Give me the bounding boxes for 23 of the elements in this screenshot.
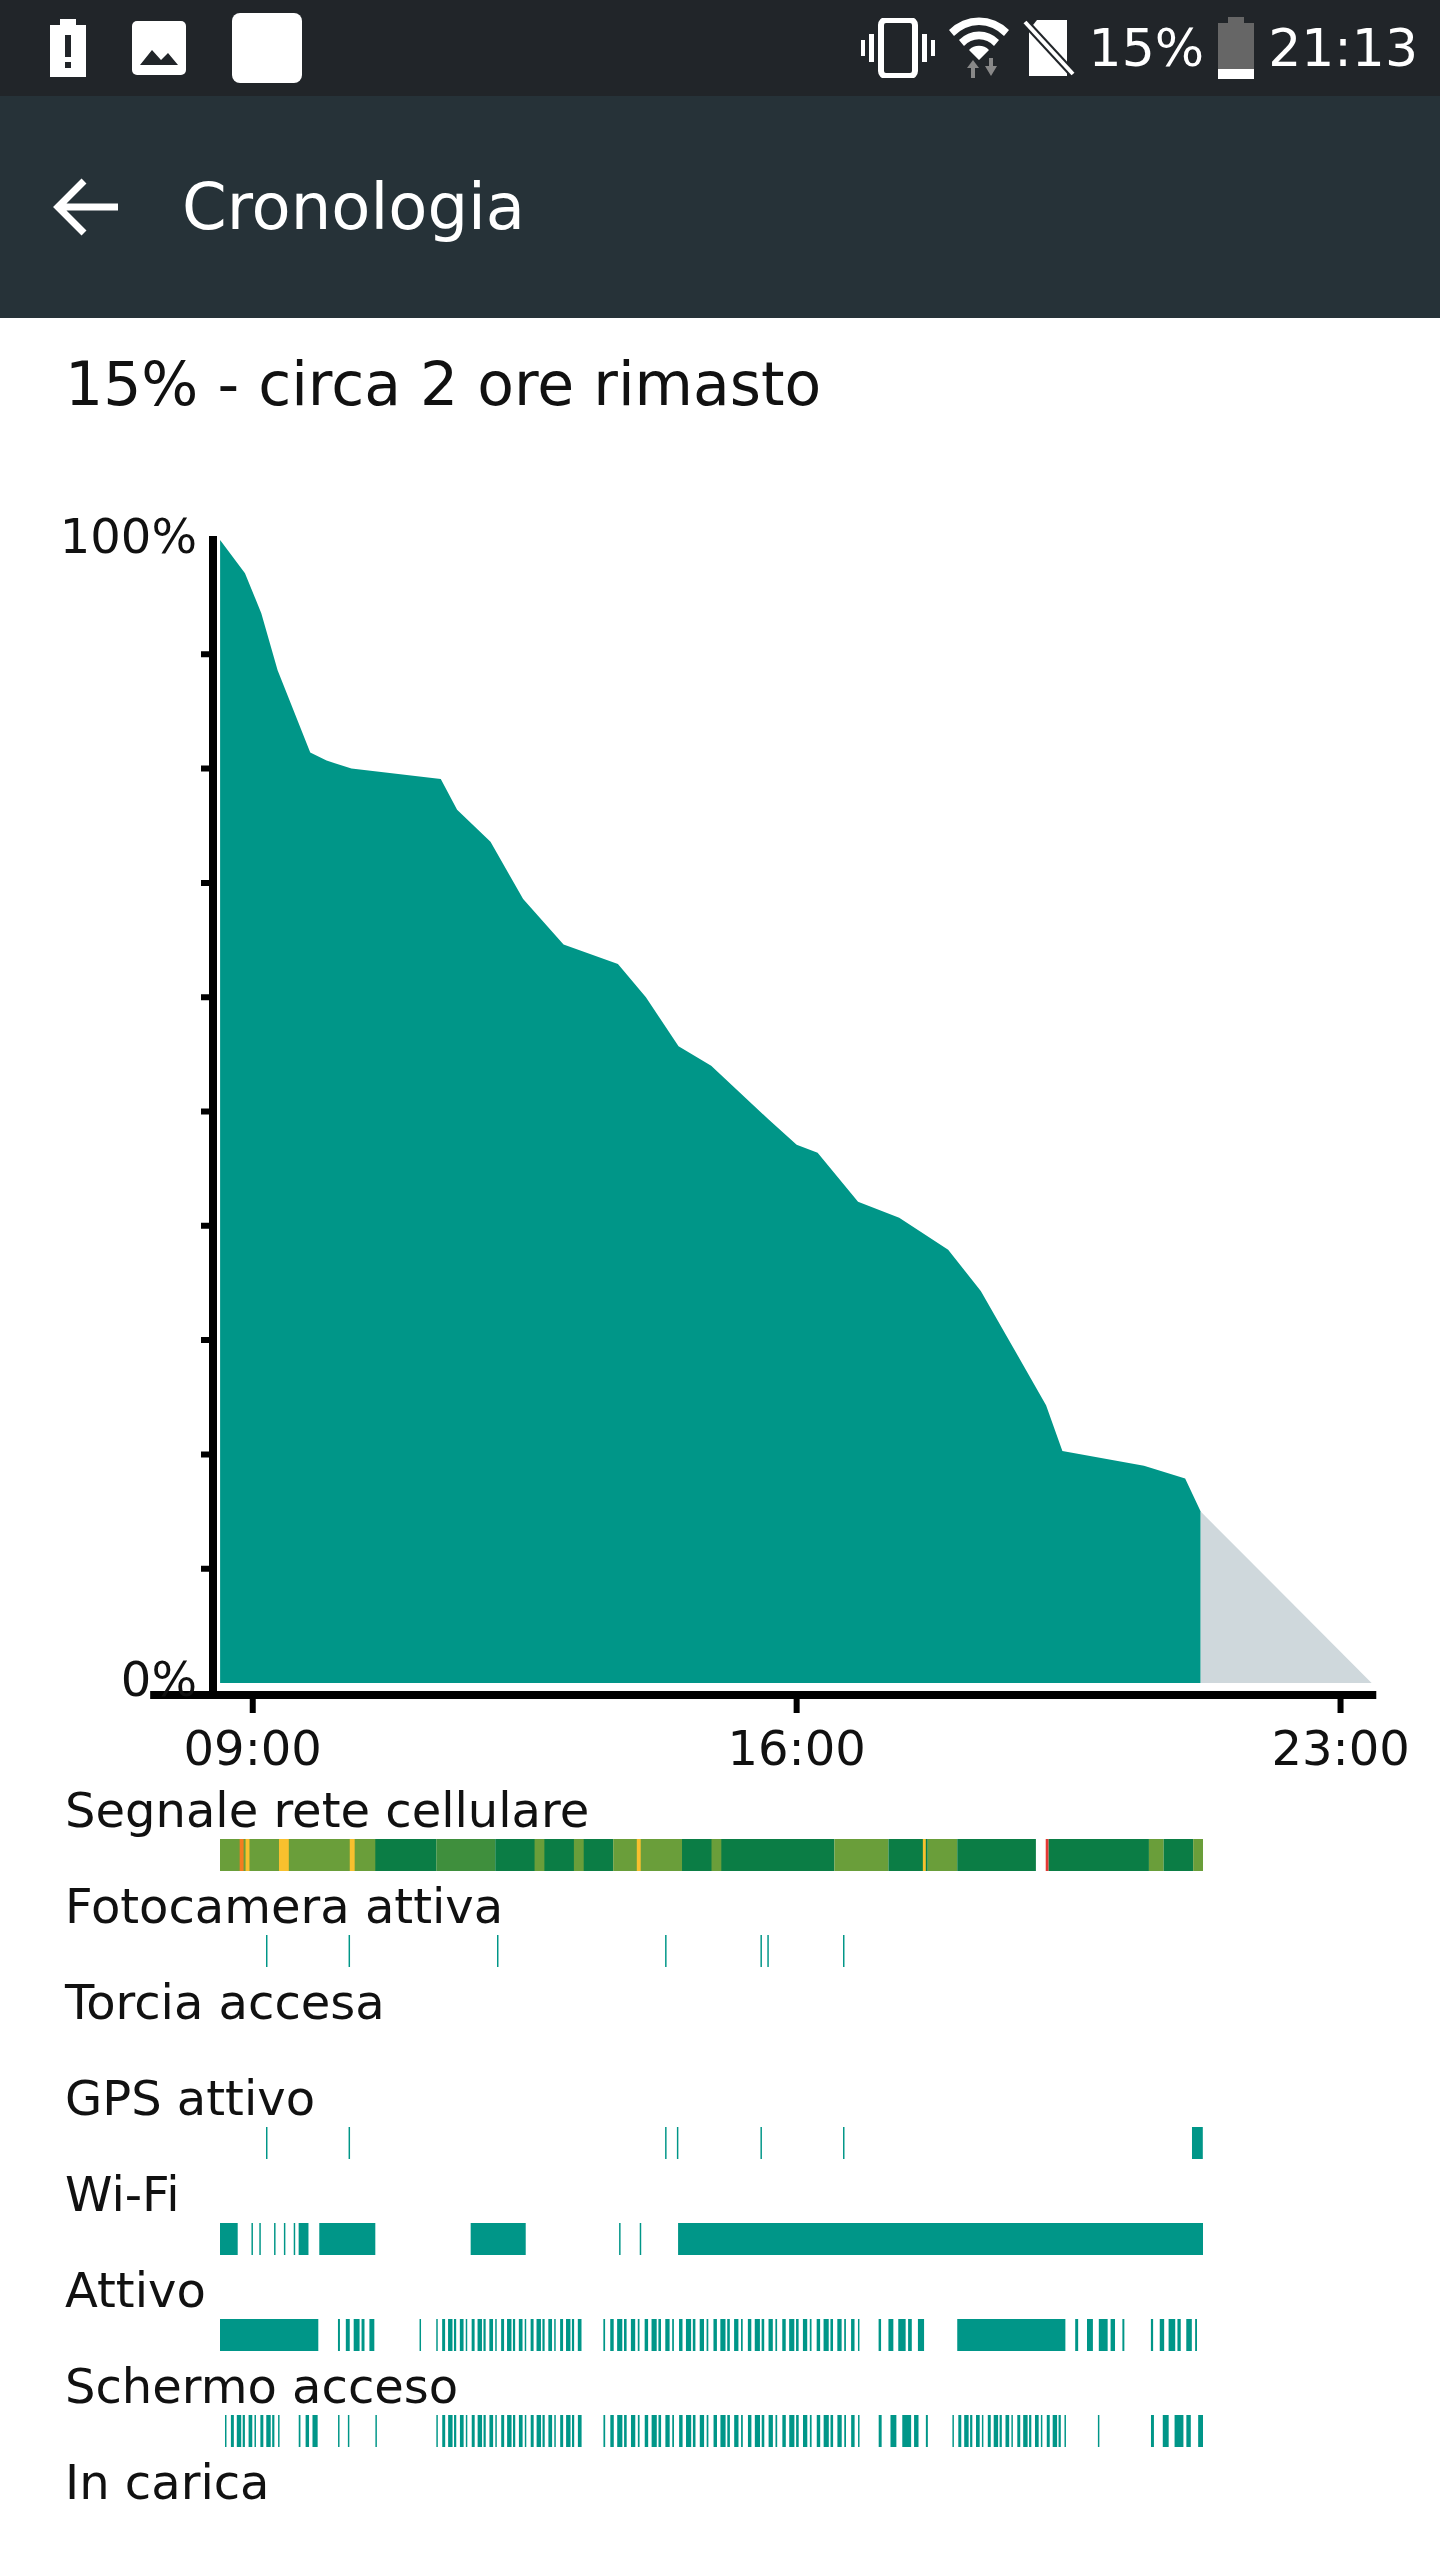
event-label: Attivo (65, 2261, 206, 2319)
x-tick-label: 16:00 (727, 1720, 866, 1776)
vibrate-icon (860, 18, 935, 78)
event-label: Torcia accesa (65, 1973, 385, 2031)
event-label: In carica (65, 2453, 270, 2511)
event-label: GPS attivo (65, 2069, 316, 2127)
x-tick-label: 23:00 (1271, 1720, 1410, 1776)
event-label: Segnale rete cellulare (65, 1781, 590, 1839)
event-label: Schermo acceso (65, 2357, 459, 2415)
screen-title: Cronologia (182, 170, 526, 244)
battery-percentage: 15% (1088, 18, 1205, 78)
wifi-icon (948, 16, 1009, 80)
battery-alert-icon (50, 19, 86, 77)
event-label: Wi-Fi (65, 2165, 180, 2223)
battery-icon (1218, 17, 1255, 79)
event-label: Fotocamera attiva (65, 1877, 504, 1935)
y-tick-label: 100% (59, 508, 197, 564)
notification-icon (232, 13, 302, 83)
no-sim-icon (1022, 18, 1075, 78)
battery-summary: 15% - circa 2 ore rimasto (65, 348, 823, 421)
image-icon (132, 21, 186, 75)
clock: 21:13 (1268, 18, 1418, 78)
x-tick-label: 09:00 (183, 1720, 322, 1776)
